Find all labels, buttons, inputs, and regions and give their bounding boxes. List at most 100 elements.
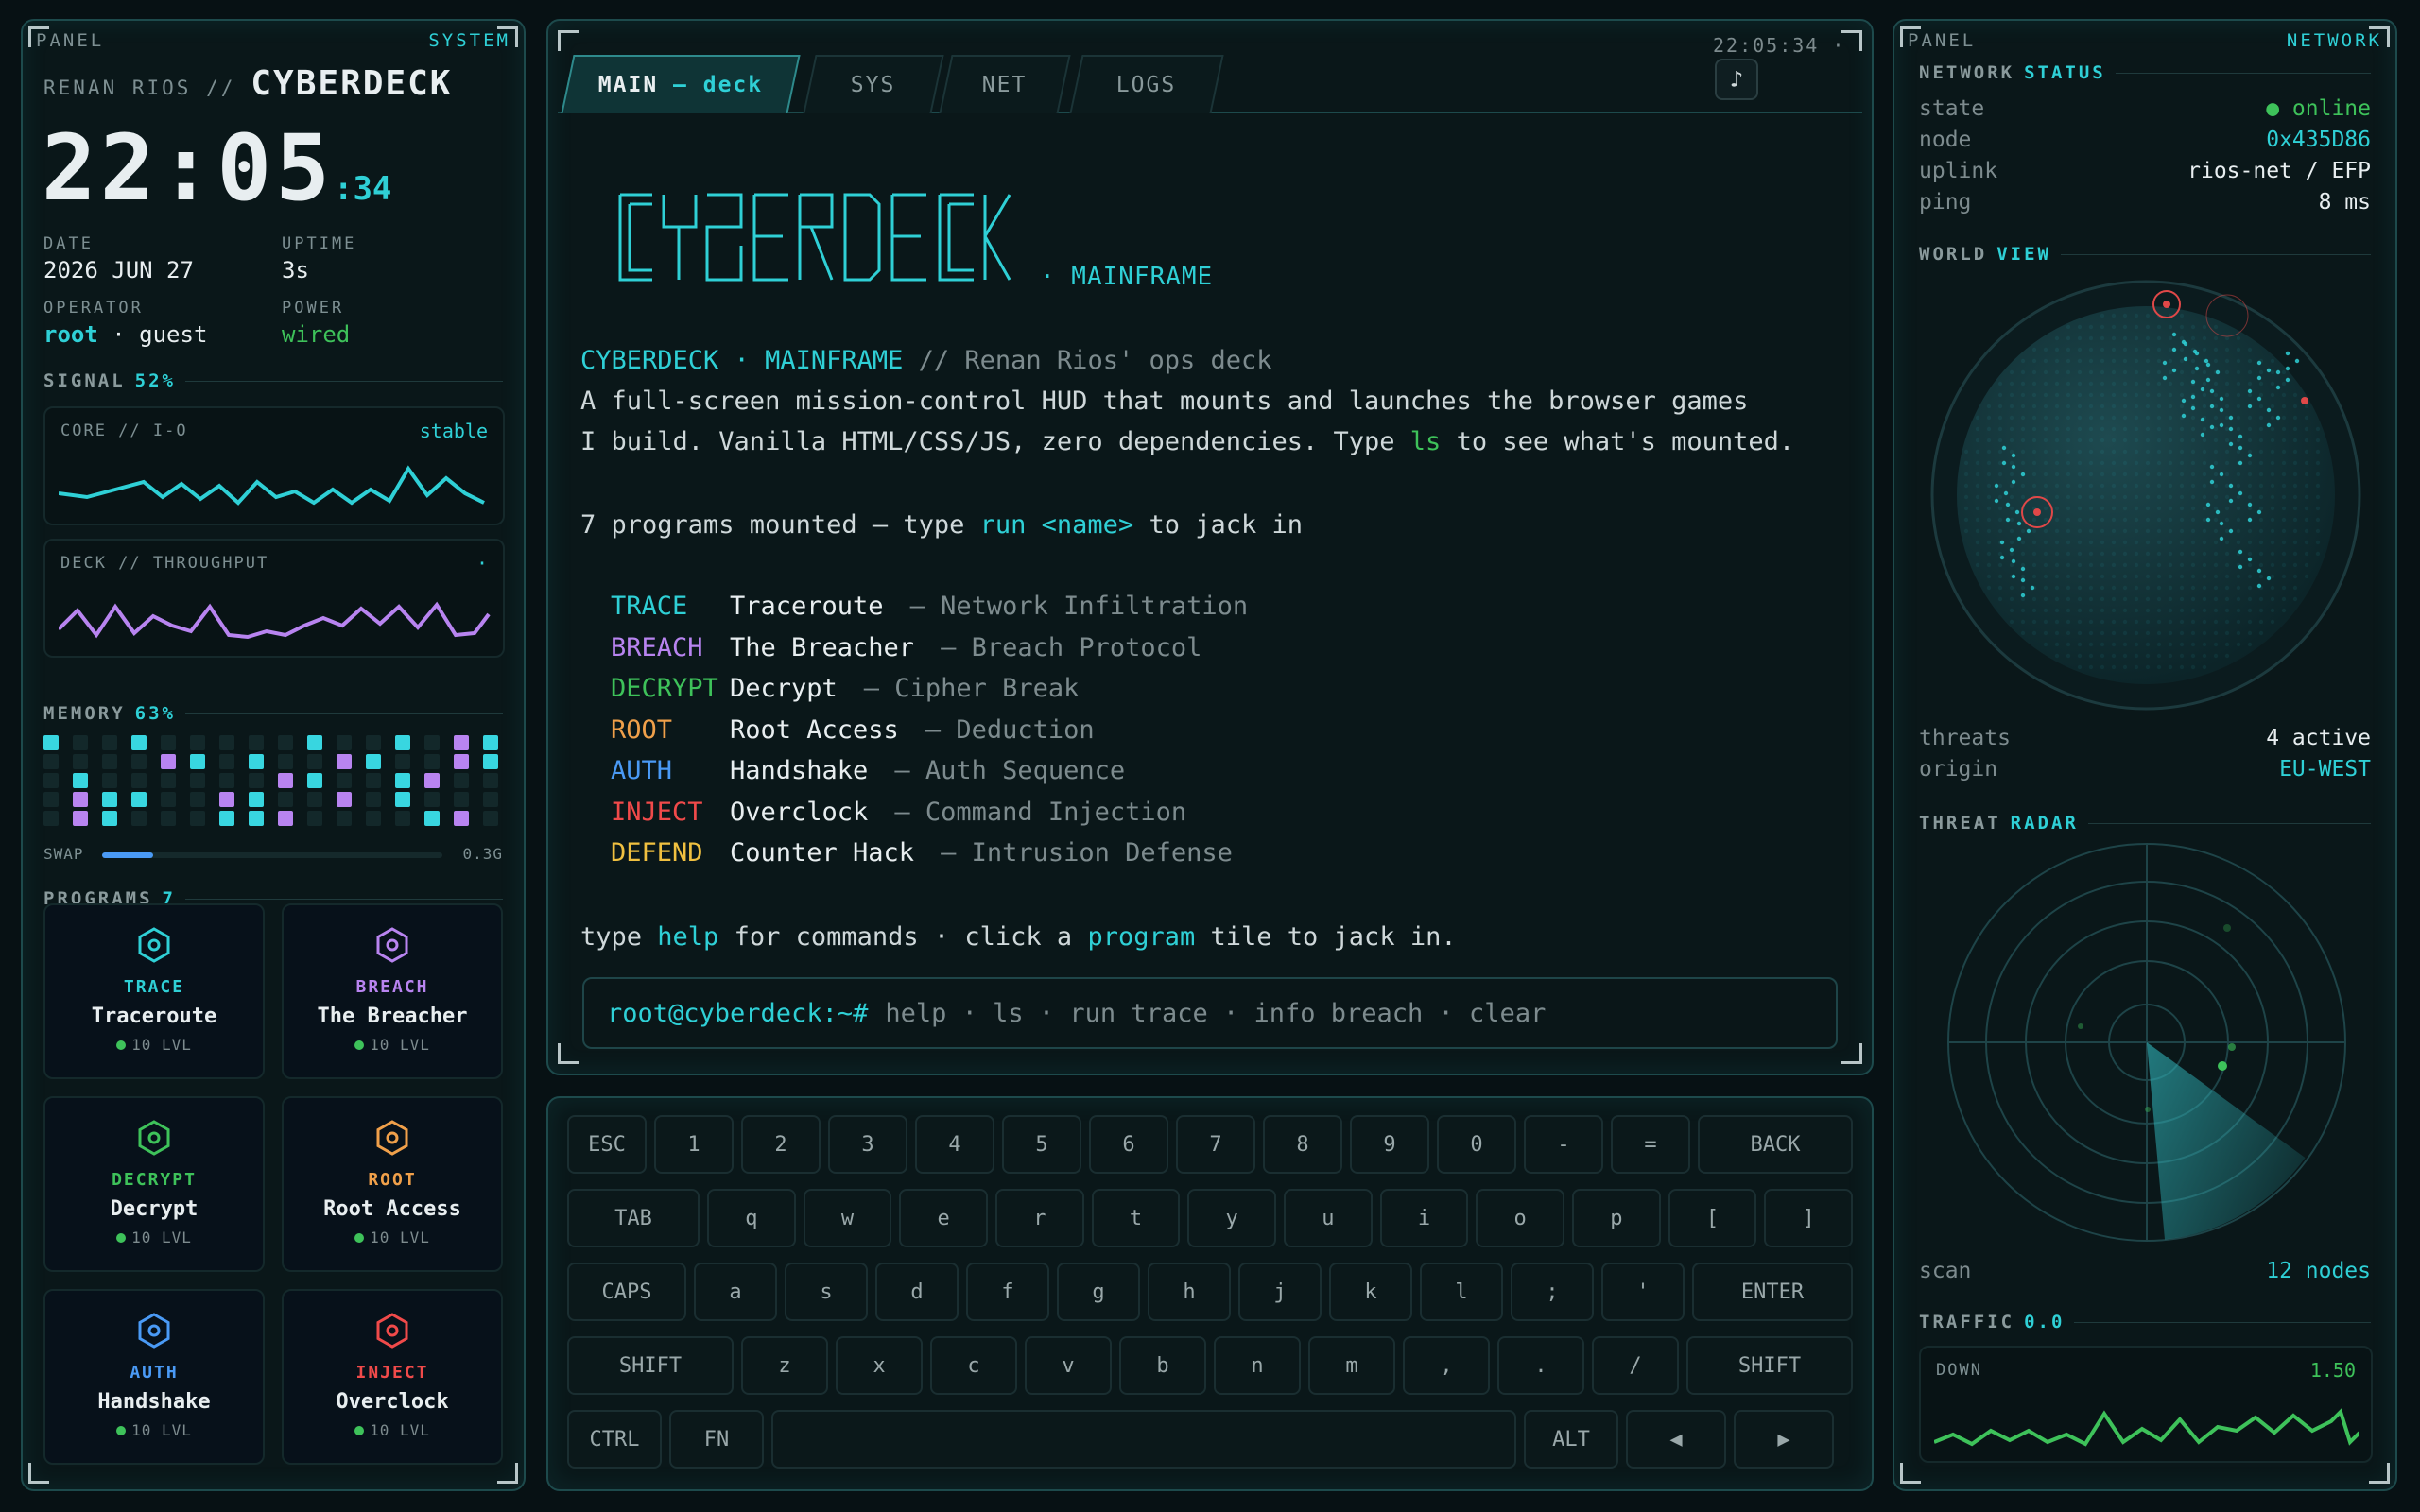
- key-c46[interactable]: .: [1497, 1336, 1584, 1395]
- program-row-root[interactable]: ROOT Root Access — Deduction: [611, 715, 1095, 745]
- program-tile-trace[interactable]: TRACE Traceroute 10 LVL: [43, 903, 265, 1079]
- key-9[interactable]: 9: [1350, 1115, 1429, 1174]
- command-input[interactable]: root@cyberdeck:~# help · ls · run trace …: [582, 977, 1838, 1049]
- globe-dot: [2066, 483, 2071, 489]
- tab-sys[interactable]: SYS: [803, 55, 944, 113]
- globe-dot: [2213, 562, 2219, 568]
- key-n[interactable]: n: [1214, 1336, 1301, 1395]
- program-row-defend[interactable]: DEFEND Counter Hack — Intrusion Defense: [611, 838, 1233, 868]
- program-row-auth[interactable]: AUTH Handshake — Auth Sequence: [611, 756, 1125, 785]
- globe-dot: [1986, 506, 1992, 511]
- globe-dot: [2054, 381, 2060, 387]
- globe-dot: [2016, 521, 2022, 526]
- globe-dot: [2066, 347, 2071, 352]
- key-b[interactable]: b: [1119, 1336, 1206, 1395]
- key-ctrl[interactable]: CTRL: [567, 1410, 662, 1469]
- key-h[interactable]: h: [1148, 1263, 1231, 1321]
- key-esc[interactable]: ESC: [567, 1115, 647, 1174]
- program-row-breach[interactable]: BREACH The Breacher — Breach Protocol: [611, 633, 1201, 662]
- key-back[interactable]: BACK: [1698, 1115, 1853, 1174]
- globe-dot: [2258, 574, 2264, 579]
- key-c59[interactable]: ;: [1511, 1263, 1594, 1321]
- key-6[interactable]: 6: [1089, 1115, 1168, 1174]
- key-s[interactable]: s: [785, 1263, 868, 1321]
- key-v[interactable]: v: [1025, 1336, 1112, 1395]
- key-arrowc45left[interactable]: ◀: [1626, 1410, 1726, 1469]
- globe-dot: [2145, 653, 2151, 659]
- key-q[interactable]: q: [707, 1189, 796, 1247]
- key-c61[interactable]: =: [1611, 1115, 1690, 1174]
- key-0[interactable]: 0: [1437, 1115, 1516, 1174]
- key-o[interactable]: o: [1476, 1189, 1564, 1247]
- key-e[interactable]: e: [899, 1189, 988, 1247]
- key-c93[interactable]: ]: [1764, 1189, 1853, 1247]
- key-3[interactable]: 3: [828, 1115, 908, 1174]
- key-c39[interactable]: ': [1601, 1263, 1685, 1321]
- globe-dot: [1975, 528, 1980, 534]
- key-2[interactable]: 2: [741, 1115, 821, 1174]
- globe-dot: [1975, 438, 1980, 443]
- globe-dot: [2111, 585, 2117, 591]
- key-shift[interactable]: SHIFT: [567, 1336, 734, 1395]
- program-tile-auth[interactable]: AUTH Handshake 10 LVL: [43, 1289, 265, 1465]
- globe-dot: [2168, 596, 2173, 602]
- key-j[interactable]: j: [1238, 1263, 1322, 1321]
- key-t[interactable]: t: [1091, 1189, 1181, 1247]
- program-tile-decrypt[interactable]: DECRYPT Decrypt 10 LVL: [43, 1096, 265, 1272]
- program-row-trace[interactable]: TRACE Traceroute — Network Infiltration: [611, 592, 1248, 621]
- key-a[interactable]: a: [694, 1263, 777, 1321]
- key-m[interactable]: m: [1308, 1336, 1395, 1395]
- key-z[interactable]: z: [741, 1336, 828, 1395]
- key-shift[interactable]: SHIFT: [1686, 1336, 1853, 1395]
- key-enter[interactable]: ENTER: [1692, 1263, 1853, 1321]
- globe-dot: [2031, 392, 2037, 398]
- key-8[interactable]: 8: [1263, 1115, 1342, 1174]
- key-caps[interactable]: CAPS: [567, 1263, 686, 1321]
- globe-dot: [2315, 551, 2321, 557]
- globe-dot: [2213, 517, 2219, 523]
- tab-logs[interactable]: LOGS: [1069, 55, 1224, 113]
- key-p[interactable]: p: [1572, 1189, 1661, 1247]
- key-c44[interactable]: ,: [1403, 1336, 1490, 1395]
- key-l[interactable]: l: [1420, 1263, 1503, 1321]
- key-1[interactable]: 1: [654, 1115, 734, 1174]
- globe-dot: [2031, 438, 2037, 443]
- music-toggle-icon[interactable]: ♪: [1715, 59, 1758, 100]
- globe-dot: [2066, 438, 2071, 443]
- program-tile-root[interactable]: ROOT Root Access 10 LVL: [282, 1096, 503, 1272]
- globe-dot: [2077, 562, 2083, 568]
- key-4[interactable]: 4: [915, 1115, 994, 1174]
- key-7[interactable]: 7: [1176, 1115, 1255, 1174]
- key-tab[interactable]: TAB: [567, 1189, 700, 1247]
- key-c45[interactable]: -: [1524, 1115, 1603, 1174]
- key-i[interactable]: i: [1379, 1189, 1469, 1247]
- globe-dot: [2145, 506, 2151, 511]
- key-y[interactable]: y: [1187, 1189, 1276, 1247]
- program-row-inject[interactable]: INJECT Overclock — Command Injection: [611, 798, 1186, 827]
- key-c[interactable]: c: [930, 1336, 1017, 1395]
- key-c91[interactable]: [: [1668, 1189, 1757, 1247]
- globe-dot: [2209, 404, 2215, 409]
- key-arrowc45right[interactable]: ▶: [1734, 1410, 1834, 1469]
- globe-dot: [2213, 392, 2219, 398]
- key-fn[interactable]: FN: [669, 1410, 764, 1469]
- key-r[interactable]: r: [995, 1189, 1084, 1247]
- key-g[interactable]: g: [1057, 1263, 1140, 1321]
- tab-main[interactable]: MAIN — deck: [561, 55, 801, 113]
- key-space[interactable]: [771, 1410, 1516, 1469]
- key-k[interactable]: k: [1329, 1263, 1412, 1321]
- key-u[interactable]: u: [1284, 1189, 1373, 1247]
- key-5[interactable]: 5: [1002, 1115, 1081, 1174]
- globe-dot: [2202, 653, 2207, 659]
- tab-net[interactable]: NET: [939, 55, 1071, 113]
- program-tile-inject[interactable]: INJECT Overclock 10 LVL: [282, 1289, 503, 1465]
- program-row-decrypt[interactable]: DECRYPT Decrypt — Cipher Break: [611, 674, 1079, 703]
- program-tile-breach[interactable]: BREACH The Breacher 10 LVL: [282, 903, 503, 1079]
- key-c47[interactable]: /: [1592, 1336, 1679, 1395]
- key-d[interactable]: d: [875, 1263, 959, 1321]
- key-f[interactable]: f: [966, 1263, 1049, 1321]
- key-w[interactable]: w: [803, 1189, 892, 1247]
- memory-cell: [249, 735, 264, 750]
- key-alt[interactable]: ALT: [1524, 1410, 1618, 1469]
- key-x[interactable]: x: [836, 1336, 923, 1395]
